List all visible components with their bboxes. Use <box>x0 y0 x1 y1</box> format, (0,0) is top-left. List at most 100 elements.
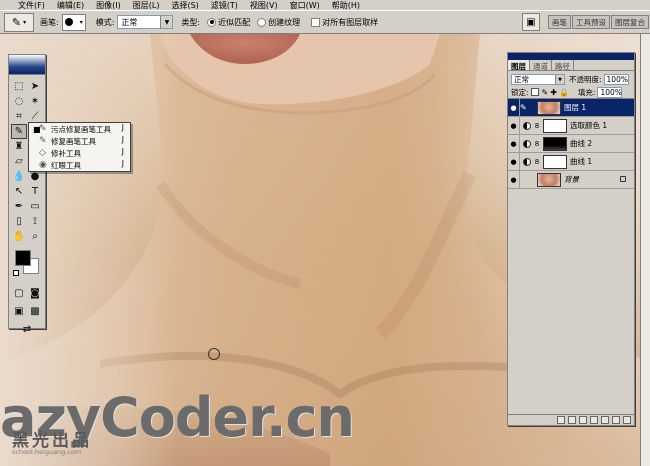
lock-all-icon[interactable]: 🔒 <box>559 88 569 97</box>
eye-icon[interactable]: ● <box>508 134 520 153</box>
well-tab-tool-presets[interactable]: 工具预设 <box>572 15 610 29</box>
pen-tool-icon[interactable]: ✒ <box>11 199 27 214</box>
menu-image[interactable]: 图像(I) <box>96 0 121 11</box>
fill-label: 填充: <box>577 87 596 97</box>
tab-layers[interactable]: 图层 <box>508 60 530 71</box>
layer-name: 背景 <box>564 175 579 184</box>
new-group-icon[interactable] <box>601 416 609 424</box>
fullscreen-mode-icon[interactable]: ▩ <box>27 304 43 319</box>
file-browser-icon[interactable]: ▣ <box>522 13 540 31</box>
crop-tool-icon[interactable]: ⌗ <box>11 109 27 124</box>
zoom-tool-icon[interactable]: ⌕ <box>27 229 43 244</box>
well-tab-brushes[interactable]: 画笔 <box>548 15 571 29</box>
chevron-down-icon: ▾ <box>79 18 83 26</box>
flyout-item-label: 红眼工具 <box>51 160 81 170</box>
mode-select[interactable]: 正常 ▼ <box>117 15 174 29</box>
eye-icon[interactable]: ● <box>508 116 520 135</box>
marquee-tool-icon[interactable]: ⬚ <box>11 79 27 94</box>
mode-value: 正常 <box>121 17 138 27</box>
menu-help[interactable]: 帮助(H) <box>332 0 360 11</box>
new-layer-icon[interactable] <box>612 416 620 424</box>
lock-transparency-icon[interactable] <box>530 88 539 96</box>
blur-tool-icon[interactable]: 💧 <box>11 169 27 184</box>
menu-view[interactable]: 视图(V) <box>250 0 278 11</box>
link-chain-icon: 8 <box>534 157 540 166</box>
layer-style-icon[interactable] <box>568 416 576 424</box>
brush-icon: ✎ <box>520 103 527 112</box>
flyout-item-red-eye[interactable]: ◉ 红眼工具 J <box>29 159 130 171</box>
layer-row-curves2[interactable]: ● 8 曲线 2 <box>508 134 634 153</box>
menu-select[interactable]: 选择(S) <box>171 0 198 11</box>
layer-name: 图层 1 <box>564 103 587 112</box>
sample-all-layers-checkbox[interactable] <box>311 17 321 27</box>
new-adjustment-layer-icon[interactable] <box>590 416 598 424</box>
menu-layer[interactable]: 图层(L) <box>133 0 160 11</box>
magic-wand-icon[interactable]: ✶ <box>27 94 43 109</box>
eraser-tool-icon[interactable]: ▱ <box>11 154 27 169</box>
layer-row-layer1[interactable]: ● ✎ 图层 1 <box>508 98 634 117</box>
watermark-url: school.heiguang.com <box>12 448 82 456</box>
layer-list: ● ✎ 图层 1 ● 8 选取颜色 1 ● 8 曲线 2 ● 8 曲线 1 ● <box>508 98 634 399</box>
lasso-tool-icon[interactable]: ◌ <box>11 94 27 109</box>
path-select-icon[interactable]: ↖ <box>11 184 27 199</box>
menu-window[interactable]: 窗口(W) <box>290 0 320 11</box>
layer-row-background[interactable]: ● 背景 <box>508 170 634 189</box>
brush-picker[interactable]: ▾ <box>61 13 86 31</box>
link-chain-icon: 8 <box>534 139 540 148</box>
layers-panel: 图层 通道 路径 正常 ▼ 不透明度: 100% 锁定: ✎ ✚ 🔒 填充: 1… <box>507 52 635 426</box>
flyout-item-spot-healing[interactable]: ■ ✎ 污点修复画笔工具 J <box>29 123 130 135</box>
link-layers-icon[interactable] <box>557 416 565 424</box>
radio-proximity-match[interactable] <box>207 17 217 27</box>
layer-mask-thumbnail <box>543 118 567 133</box>
screen-mode-icon[interactable]: ▣ <box>11 304 27 319</box>
healing-brush-icon: ✎ <box>39 136 47 146</box>
stamp-tool-icon[interactable]: ♜ <box>11 139 27 154</box>
layer-thumbnail <box>537 100 561 115</box>
radio-create-texture[interactable] <box>257 17 267 27</box>
type-tool-icon[interactable]: T <box>27 184 43 199</box>
tab-channels[interactable]: 通道 <box>530 60 552 71</box>
standard-mode-icon[interactable]: ▢ <box>11 286 27 301</box>
lock-paint-icon[interactable]: ✎ <box>542 88 549 97</box>
vertical-scrollbar[interactable] <box>640 34 650 466</box>
adjustment-layer-icon <box>523 139 531 148</box>
menu-edit[interactable]: 编辑(E) <box>57 0 84 11</box>
flyout-item-patch[interactable]: ◇ 修补工具 J <box>29 147 130 159</box>
notes-tool-icon[interactable]: ▯ <box>11 214 27 229</box>
well-tab-layer-comps[interactable]: 图层复合 <box>611 15 649 29</box>
radio-create-texture-label: 创建纹理 <box>268 17 301 27</box>
move-tool-icon[interactable]: ➤ <box>27 79 43 94</box>
eye-icon[interactable]: ● <box>508 170 520 189</box>
eyedropper-icon[interactable]: ⟟ <box>27 214 43 229</box>
hand-tool-icon[interactable]: ✋ <box>11 229 27 244</box>
healing-brush-tool-icon[interactable]: ✎ <box>11 124 27 139</box>
blend-mode-select[interactable]: 正常 ▼ <box>511 74 565 85</box>
menu-file[interactable]: 文件(F) <box>18 0 45 11</box>
blend-opacity-row: 正常 ▼ 不透明度: 100% <box>508 73 634 86</box>
jump-to-imageready-icon[interactable]: ⇄ <box>19 322 35 337</box>
patch-icon: ◇ <box>39 148 46 158</box>
adjustment-layer-icon <box>523 157 531 166</box>
layer-row-selective-color[interactable]: ● 8 选取颜色 1 <box>508 116 634 135</box>
fill-input[interactable]: 100% <box>597 86 623 98</box>
flyout-item-shortcut: J <box>121 147 124 156</box>
menu-filter[interactable]: 滤镜(T) <box>211 0 238 11</box>
layer-mask-thumbnail <box>543 154 567 169</box>
add-mask-icon[interactable] <box>579 416 587 424</box>
layers-panel-titlebar[interactable] <box>508 53 634 60</box>
lock-position-icon[interactable]: ✚ <box>550 88 557 97</box>
tool-preset-picker[interactable]: ✎ ▾ <box>4 12 34 32</box>
shape-tool-icon[interactable]: ▭ <box>27 199 43 214</box>
chevron-down-icon: ▼ <box>160 16 173 28</box>
eye-icon[interactable]: ● <box>508 98 520 117</box>
chevron-down-icon: ▼ <box>555 75 564 84</box>
quick-mask-icon[interactable]: ◙ <box>27 286 43 301</box>
trash-icon[interactable] <box>623 416 631 424</box>
eye-icon[interactable]: ● <box>508 152 520 171</box>
foreground-color[interactable] <box>15 250 31 266</box>
tab-paths[interactable]: 路径 <box>552 60 574 71</box>
flyout-item-healing-brush[interactable]: ✎ 修复画笔工具 J <box>29 135 130 147</box>
default-colors-icon[interactable] <box>13 270 19 276</box>
layer-row-curves1[interactable]: ● 8 曲线 1 <box>508 152 634 171</box>
opacity-input[interactable]: 100% <box>603 74 629 85</box>
